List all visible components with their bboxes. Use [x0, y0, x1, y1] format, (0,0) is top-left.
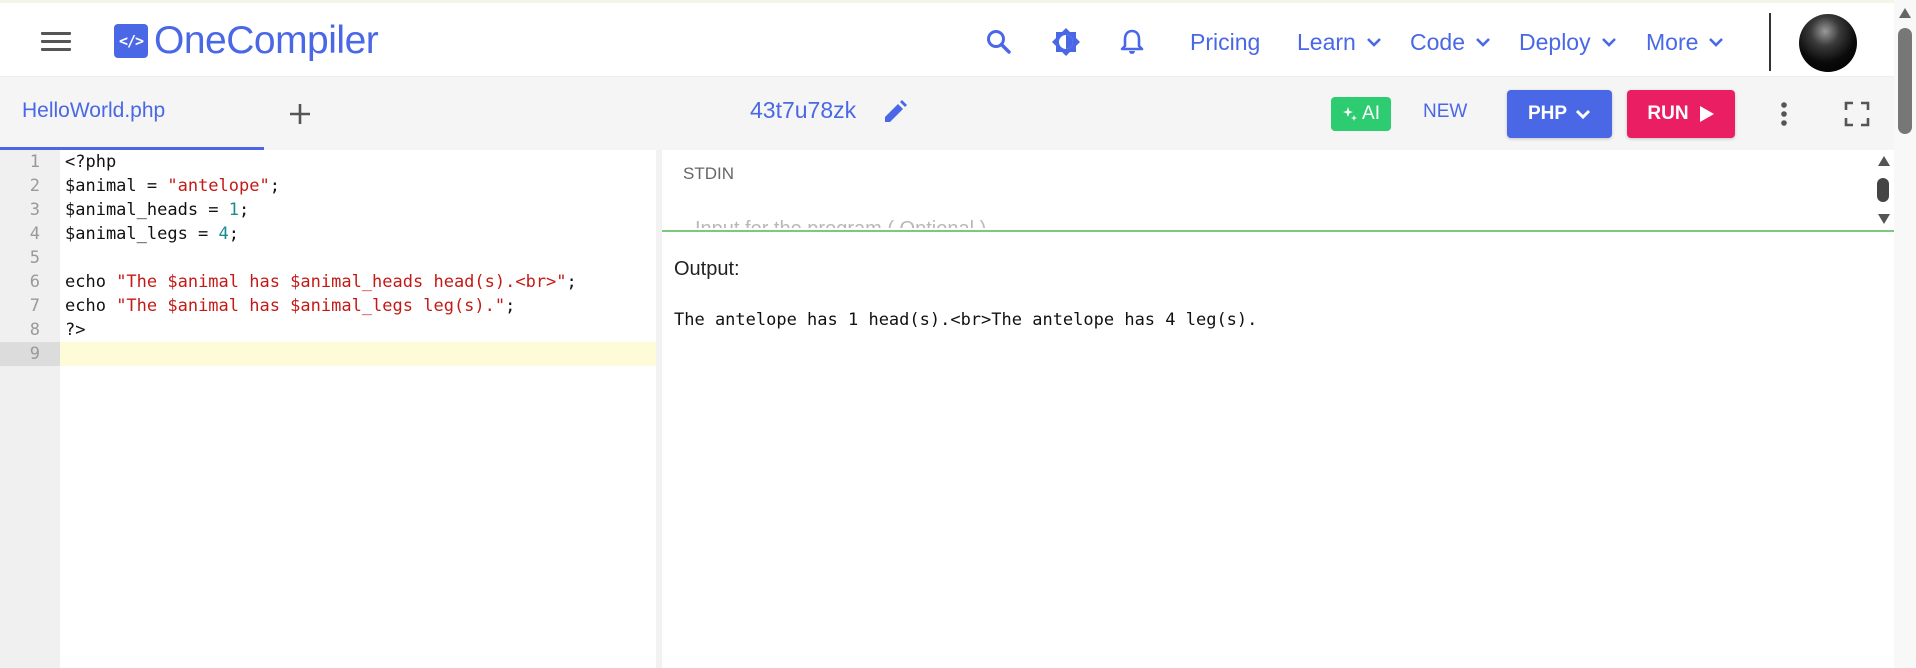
editor-toolbar: HelloWorld.php 43t7u78zk AI NEW PHP RUN: [0, 77, 1894, 150]
line-number: 7: [29, 296, 40, 316]
add-file-icon[interactable]: [286, 100, 314, 128]
play-icon: [1699, 106, 1714, 122]
scroll-down-icon[interactable]: [1877, 212, 1891, 224]
chevron-down-icon: [1709, 38, 1724, 47]
stdin-input[interactable]: Input for the program ( Optional ): [695, 218, 986, 228]
fullscreen-icon[interactable]: [1844, 101, 1870, 127]
ai-button-label: AI: [1362, 103, 1380, 124]
run-button[interactable]: RUN: [1627, 90, 1735, 138]
theme-toggle-icon[interactable]: [1051, 27, 1081, 57]
search-icon[interactable]: [984, 27, 1014, 57]
code-line[interactable]: $animal_legs = 4;: [65, 222, 239, 246]
logo-icon: </>: [114, 24, 148, 58]
chevron-down-icon: [1366, 38, 1381, 47]
line-number: 4: [29, 224, 40, 244]
ai-button[interactable]: AI: [1331, 97, 1391, 131]
pencil-icon[interactable]: [882, 99, 908, 125]
nav-pricing[interactable]: Pricing: [1190, 27, 1260, 57]
line-number: 5: [29, 248, 40, 268]
more-options-icon[interactable]: [1772, 100, 1796, 128]
nav-pricing-label: Pricing: [1190, 28, 1261, 55]
nav-learn[interactable]: Learn: [1297, 27, 1382, 57]
code-line[interactable]: echo "The $animal has $animal_heads head…: [65, 270, 577, 294]
code-line[interactable]: $animal = "antelope";: [65, 174, 280, 198]
chevron-down-icon: [1476, 38, 1490, 47]
bell-icon[interactable]: [1117, 27, 1147, 57]
chevron-down-icon: [1575, 109, 1591, 120]
scroll-up-icon[interactable]: [1877, 154, 1891, 166]
language-select[interactable]: PHP: [1507, 90, 1612, 138]
nav-deploy[interactable]: Deploy: [1519, 27, 1617, 57]
nav-more[interactable]: More: [1646, 27, 1724, 57]
nav-code-label: Code: [1410, 28, 1465, 55]
stdin-scrollbar-thumb[interactable]: [1877, 178, 1889, 202]
output-text: The antelope has 1 head(s).<br>The antel…: [674, 310, 1258, 330]
line-number: 9: [29, 344, 40, 364]
header-divider: [1769, 13, 1771, 71]
page-scrollbar-thumb[interactable]: [1898, 28, 1912, 134]
line-number: 2: [29, 176, 40, 196]
line-number: 3: [29, 200, 40, 220]
menu-icon[interactable]: [41, 30, 71, 52]
file-tab[interactable]: HelloWorld.php: [0, 77, 264, 150]
nav-more-label: More: [1646, 28, 1699, 55]
code-editor[interactable]: 1 2 3 4 5 6 7 8 9 <?php $animal = "antel…: [0, 150, 656, 668]
code-id[interactable]: 43t7u78zk: [750, 97, 856, 124]
code-line[interactable]: $animal_heads = 1;: [65, 198, 249, 222]
code-line[interactable]: echo "The $animal has $animal_legs leg(s…: [65, 294, 515, 318]
code-line[interactable]: ?>: [65, 318, 85, 342]
file-tab-label: HelloWorld.php: [22, 99, 166, 122]
io-pane: STDIN Input for the program ( Optional )…: [662, 150, 1894, 668]
chevron-down-icon: [1601, 38, 1616, 47]
new-button[interactable]: NEW: [1423, 101, 1467, 123]
logo[interactable]: </> OneCompiler: [114, 19, 379, 63]
sparkle-icon: [1343, 107, 1358, 121]
output-label: Output:: [674, 258, 740, 280]
line-number: 1: [29, 152, 40, 172]
stdin-border: [662, 230, 1894, 232]
site-header: </> OneCompiler Pricing Learn Code Deplo…: [0, 3, 1894, 77]
nav-learn-label: Learn: [1297, 28, 1356, 55]
line-number: 8: [29, 320, 40, 340]
stdin-label: STDIN: [683, 164, 734, 183]
language-select-label: PHP: [1527, 103, 1568, 124]
nav-deploy-label: Deploy: [1519, 28, 1591, 55]
line-number: 6: [29, 272, 40, 292]
code-line[interactable]: <?php: [65, 150, 116, 174]
active-line-highlight: [60, 342, 656, 366]
run-button-label: RUN: [1647, 103, 1689, 124]
logo-text: OneCompiler: [154, 19, 379, 62]
nav-code[interactable]: Code: [1410, 27, 1491, 57]
page-scrollbar[interactable]: [1894, 0, 1916, 668]
scroll-up-icon[interactable]: [1898, 6, 1912, 18]
avatar[interactable]: [1799, 14, 1857, 72]
